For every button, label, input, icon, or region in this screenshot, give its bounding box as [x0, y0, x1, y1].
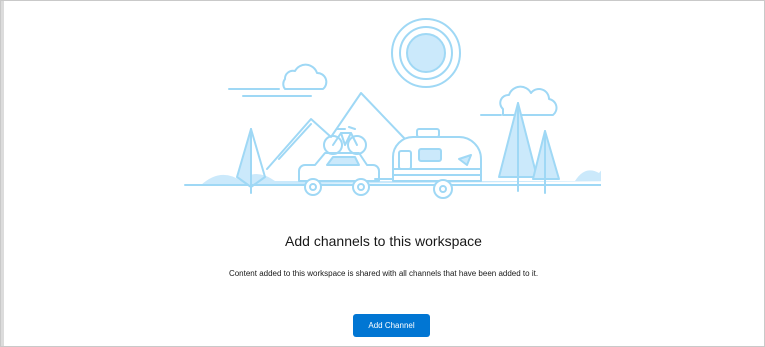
- sun-icon: [391, 18, 461, 88]
- add-channel-button[interactable]: Add Channel: [353, 314, 430, 337]
- bicycle-icon: [323, 126, 367, 155]
- car-icon: [298, 152, 396, 196]
- camper-trailer-icon: [392, 128, 482, 199]
- cloud-left-icon: [228, 63, 328, 97]
- empty-state-description: Content added to this workspace is share…: [228, 269, 539, 278]
- camping-trailer-illustration: [184, 18, 601, 199]
- panel-left-edge: [1, 1, 4, 346]
- trees-right-icon: [498, 102, 560, 194]
- empty-state-heading: Add channels to this workspace: [285, 233, 482, 249]
- workspace-panel: Add channels to this workspace Content a…: [0, 0, 765, 347]
